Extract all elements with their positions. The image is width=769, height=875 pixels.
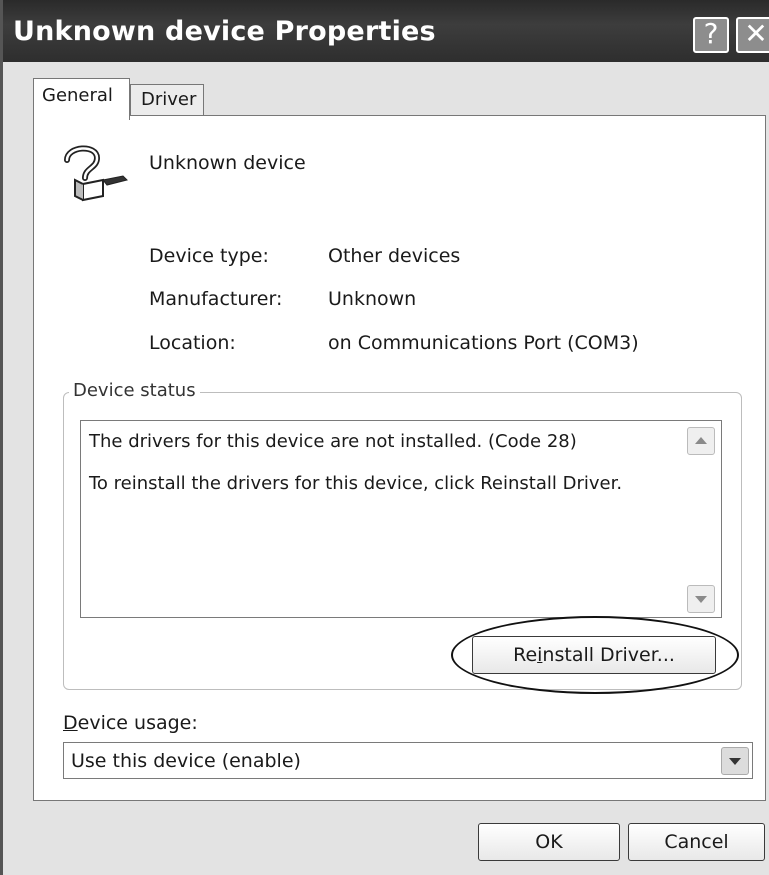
- chevron-down-icon: [695, 596, 707, 603]
- device-status-textbox[interactable]: The drivers for this device are not inst…: [80, 420, 722, 618]
- cancel-button[interactable]: Cancel: [628, 823, 765, 861]
- ok-button[interactable]: OK: [478, 823, 620, 861]
- highlight-ellipse: [451, 616, 739, 694]
- usage-label-accel: D: [63, 712, 78, 734]
- manufacturer-value: Unknown: [328, 288, 417, 310]
- location-value: on Communications Port (COM3): [328, 332, 639, 354]
- device-type-label: Device type:: [149, 245, 269, 267]
- properties-dialog: Unknown device Properties ? ✕ General Dr…: [0, 0, 769, 875]
- close-button[interactable]: ✕: [736, 17, 769, 53]
- location-label: Location:: [149, 332, 236, 354]
- dropdown-button[interactable]: [721, 747, 749, 775]
- device-type-value: Other devices: [328, 245, 461, 267]
- manufacturer-label: Manufacturer:: [149, 288, 283, 310]
- device-usage-select[interactable]: Use this device (enable): [63, 742, 753, 779]
- chevron-down-icon: [729, 758, 741, 765]
- tab-general[interactable]: General: [33, 78, 130, 120]
- help-button[interactable]: ?: [693, 17, 729, 53]
- device-usage-label: Device usage:: [63, 712, 198, 734]
- status-line-2: To reinstall the drivers for this device…: [89, 473, 623, 494]
- usage-label-rest: evice usage:: [77, 712, 198, 734]
- chevron-up-icon: [695, 437, 707, 444]
- device-status-title: Device status: [69, 380, 200, 401]
- unknown-device-question-icon: [64, 145, 128, 202]
- scroll-down-button[interactable]: [687, 585, 715, 613]
- tab-driver[interactable]: Driver: [130, 84, 204, 116]
- title-bar[interactable]: Unknown device Properties ? ✕: [3, 0, 769, 62]
- scroll-up-button[interactable]: [687, 427, 715, 455]
- window-title: Unknown device Properties: [13, 16, 436, 47]
- device-name: Unknown device: [149, 152, 306, 174]
- status-line-1: The drivers for this device are not inst…: [89, 431, 577, 452]
- device-usage-value: Use this device (enable): [71, 750, 301, 772]
